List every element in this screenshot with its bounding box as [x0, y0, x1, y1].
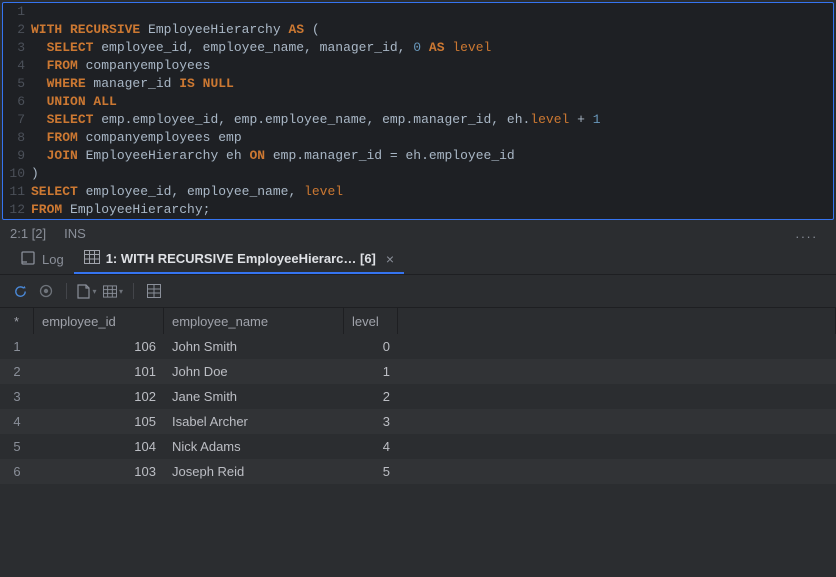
line-number: 11: [3, 183, 31, 201]
log-tab-label: Log: [42, 252, 64, 267]
refresh-button[interactable]: [10, 281, 30, 301]
code-content[interactable]: ): [31, 165, 39, 183]
line-number: 7: [3, 111, 31, 129]
results-table[interactable]: * employee_id employee_name level 1106Jo…: [0, 308, 836, 484]
cell-employee-id[interactable]: 105: [34, 409, 164, 434]
cell-level[interactable]: 5: [344, 459, 398, 484]
column-header-empty: [398, 308, 836, 334]
line-number: 8: [3, 129, 31, 147]
row-number: 4: [0, 409, 34, 434]
grid-icon[interactable]: [103, 281, 123, 301]
code-line[interactable]: 1: [3, 3, 833, 21]
cell-employee-id[interactable]: 102: [34, 384, 164, 409]
code-line[interactable]: 3 SELECT employee_id, employee_name, man…: [3, 39, 833, 57]
code-line[interactable]: 11SELECT employee_id, employee_name, lev…: [3, 183, 833, 201]
code-content[interactable]: SELECT emp.employee_id, emp.employee_nam…: [31, 111, 601, 129]
log-tab[interactable]: Log: [10, 245, 74, 274]
cell-empty: [398, 409, 836, 434]
line-number: 4: [3, 57, 31, 75]
line-number: 12: [3, 201, 31, 219]
cursor-position: 2:1 [2]: [10, 226, 46, 241]
cell-empty: [398, 359, 836, 384]
cell-empty: [398, 434, 836, 459]
row-number: 1: [0, 334, 34, 359]
index-header[interactable]: *: [0, 308, 34, 334]
cell-employee-id[interactable]: 103: [34, 459, 164, 484]
code-line[interactable]: 4 FROM companyemployees: [3, 57, 833, 75]
cell-employee-name[interactable]: John Smith: [164, 334, 344, 359]
table-row[interactable]: 2101John Doe1: [0, 359, 836, 384]
result-tabs: Log 1: WITH RECURSIVE EmployeeHierarc… […: [0, 245, 836, 275]
cell-level[interactable]: 2: [344, 384, 398, 409]
query-result-tab-label: 1: WITH RECURSIVE EmployeeHierarc… [6]: [106, 251, 376, 266]
query-result-tab[interactable]: 1: WITH RECURSIVE EmployeeHierarc… [6] ×: [74, 245, 404, 274]
column-header-employee-id[interactable]: employee_id: [34, 308, 164, 334]
code-content[interactable]: SELECT employee_id, employee_name, level: [31, 183, 343, 201]
toolbar-separator: [133, 283, 134, 299]
code-content[interactable]: FROM companyemployees: [31, 57, 210, 75]
line-number: 9: [3, 147, 31, 165]
cell-empty: [398, 384, 836, 409]
line-number: 2: [3, 21, 31, 39]
table-row[interactable]: 4105Isabel Archer3: [0, 409, 836, 434]
line-number: 3: [3, 39, 31, 57]
cell-empty: [398, 459, 836, 484]
cell-employee-name[interactable]: Jane Smith: [164, 384, 344, 409]
table-icon: [84, 250, 100, 267]
code-content[interactable]: FROM EmployeeHierarchy;: [31, 201, 210, 219]
line-number: 5: [3, 75, 31, 93]
stop-button[interactable]: [36, 281, 56, 301]
cell-level[interactable]: 1: [344, 359, 398, 384]
cell-level[interactable]: 0: [344, 334, 398, 359]
code-line[interactable]: 6 UNION ALL: [3, 93, 833, 111]
table-row[interactable]: 5104Nick Adams4: [0, 434, 836, 459]
code-content[interactable]: JOIN EmployeeHierarchy eh ON emp.manager…: [31, 147, 515, 165]
code-line[interactable]: 9 JOIN EmployeeHierarchy eh ON emp.manag…: [3, 147, 833, 165]
cell-employee-id[interactable]: 104: [34, 434, 164, 459]
table-row[interactable]: 1106John Smith0: [0, 334, 836, 359]
sql-editor[interactable]: 12WITH RECURSIVE EmployeeHierarchy AS (3…: [2, 2, 834, 220]
results-toolbar: [0, 275, 836, 308]
code-line[interactable]: 10): [3, 165, 833, 183]
code-line[interactable]: 2WITH RECURSIVE EmployeeHierarchy AS (: [3, 21, 833, 39]
line-number: 10: [3, 165, 31, 183]
table-row[interactable]: 6103Joseph Reid5: [0, 459, 836, 484]
code-content[interactable]: WHERE manager_id IS NULL: [31, 75, 234, 93]
status-bar: 2:1 [2] INS ....: [0, 222, 836, 245]
toolbar-separator: [66, 283, 67, 299]
cell-employee-id[interactable]: 101: [34, 359, 164, 384]
code-line[interactable]: 5 WHERE manager_id IS NULL: [3, 75, 833, 93]
code-line[interactable]: 12FROM EmployeeHierarchy;: [3, 201, 833, 219]
log-icon: [20, 250, 36, 269]
cell-level[interactable]: 4: [344, 434, 398, 459]
column-header-employee-name[interactable]: employee_name: [164, 308, 344, 334]
row-number: 6: [0, 459, 34, 484]
line-number: 1: [3, 3, 31, 21]
cell-employee-name[interactable]: John Doe: [164, 359, 344, 384]
row-number: 3: [0, 384, 34, 409]
code-line[interactable]: 7 SELECT emp.employee_id, emp.employee_n…: [3, 111, 833, 129]
line-number: 6: [3, 93, 31, 111]
close-icon[interactable]: ×: [386, 251, 394, 267]
cell-employee-name[interactable]: Joseph Reid: [164, 459, 344, 484]
code-content[interactable]: SELECT employee_id, employee_name, manag…: [31, 39, 491, 57]
insert-mode: INS: [64, 226, 86, 241]
cell-empty: [398, 334, 836, 359]
row-number: 2: [0, 359, 34, 384]
code-content[interactable]: FROM companyemployees emp: [31, 129, 242, 147]
cell-level[interactable]: 3: [344, 409, 398, 434]
code-content[interactable]: WITH RECURSIVE EmployeeHierarchy AS (: [31, 21, 320, 39]
column-header-level[interactable]: level: [344, 308, 398, 334]
table-row[interactable]: 3102Jane Smith2: [0, 384, 836, 409]
page-icon[interactable]: [77, 281, 97, 301]
code-line[interactable]: 8 FROM companyemployees emp: [3, 129, 833, 147]
cell-employee-name[interactable]: Isabel Archer: [164, 409, 344, 434]
columns-icon[interactable]: [144, 281, 164, 301]
code-content[interactable]: UNION ALL: [31, 93, 117, 111]
cell-employee-name[interactable]: Nick Adams: [164, 434, 344, 459]
more-icon[interactable]: ....: [796, 226, 818, 241]
cell-employee-id[interactable]: 106: [34, 334, 164, 359]
row-number: 5: [0, 434, 34, 459]
table-header-row: * employee_id employee_name level: [0, 308, 836, 334]
